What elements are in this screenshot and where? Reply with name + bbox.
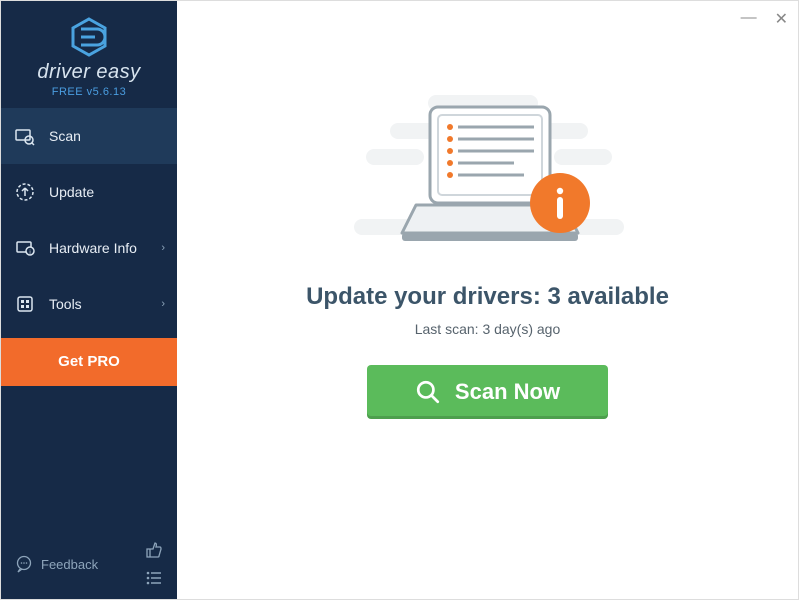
brand-version: FREE v5.6.13 [1,86,177,98]
scan-now-label: Scan Now [455,379,560,405]
tools-icon [15,294,35,314]
titlebar: — ✕ [741,9,788,29]
content: Update your drivers: 3 available Last sc… [177,1,798,419]
last-scan: Last scan: 3 day(s) ago [415,321,561,337]
speech-icon [15,555,33,573]
logo-icon [67,15,111,59]
chevron-right-icon: › [161,242,165,254]
available-count: 3 [547,283,560,310]
app-window: driver easy FREE v5.6.13 Scan Update i [1,1,798,599]
hardware-icon: i [15,238,35,258]
chevron-right-icon: › [161,298,165,310]
close-button[interactable]: ✕ [775,9,788,29]
scan-icon [15,126,35,146]
bottom-icons [145,541,163,587]
scan-now-button[interactable]: Scan Now [367,365,608,419]
get-pro-button[interactable]: Get PRO [1,338,177,386]
sidebar-item-tools[interactable]: Tools › [1,276,177,332]
last-scan-prefix: Last scan: [415,321,483,337]
svg-text:i: i [29,250,30,256]
nav: Scan Update i Hardware Info › Tools [1,108,177,529]
headline-prefix: Update your drivers: [306,283,547,310]
sidebar-item-update[interactable]: Update [1,164,177,220]
sidebar-item-label: Tools [49,296,82,312]
sidebar-bottom: Feedback [1,529,177,599]
thumbs-up-icon[interactable] [145,541,163,559]
sidebar-item-hardware[interactable]: i Hardware Info › [1,220,177,276]
sidebar-item-label: Update [49,184,94,200]
brand-name: driver easy [1,61,177,84]
headline: Update your drivers: 3 available [306,283,669,311]
headline-suffix: available [561,283,669,310]
main-panel: — ✕ [177,1,798,599]
list-icon[interactable] [145,569,163,587]
minimize-button[interactable]: — [741,9,757,29]
get-pro-label: Get PRO [58,353,120,370]
sidebar-item-label: Scan [49,128,81,144]
feedback-label: Feedback [41,557,98,572]
sidebar: driver easy FREE v5.6.13 Scan Update i [1,1,177,599]
logo-area: driver easy FREE v5.6.13 [1,1,177,108]
update-icon [15,182,35,202]
feedback-button[interactable]: Feedback [15,555,98,573]
last-scan-value: 3 day(s) ago [482,321,560,337]
sidebar-item-label: Hardware Info [49,240,137,256]
search-icon [415,379,441,405]
illustration [338,85,638,255]
sidebar-item-scan[interactable]: Scan [1,108,177,164]
